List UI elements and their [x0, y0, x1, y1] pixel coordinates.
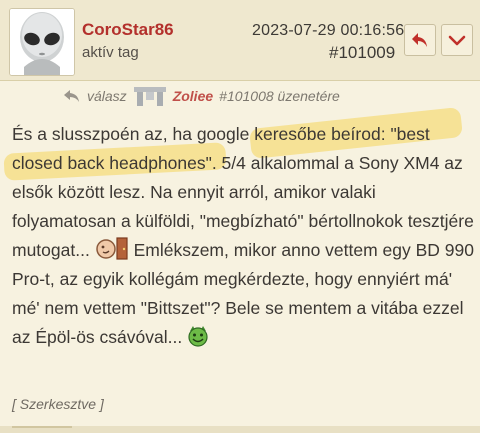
reply-arrow-icon — [64, 90, 79, 102]
green-devil-emoticon — [188, 326, 208, 347]
username[interactable]: CoroStar86 — [82, 20, 174, 40]
post-id[interactable]: #101009 — [329, 43, 395, 63]
reply-arrow-icon — [412, 33, 427, 47]
reply-reference: válasz Zoliee #101008 üzenetére — [63, 84, 340, 108]
reply-prefix: válasz — [87, 88, 127, 104]
post-body: És a slusszpoén az, ha google keresőbe b… — [12, 120, 474, 352]
chevron-down-icon — [448, 35, 466, 46]
face-with-door-emoticon — [95, 237, 128, 260]
post-divider — [0, 426, 480, 433]
post-header: CoroStar86 aktív tag 2023-07-29 00:16:56… — [0, 0, 480, 81]
reply-user-avatar[interactable] — [133, 85, 167, 107]
reply-to-post[interactable]: #101008 üzenetére — [219, 88, 340, 104]
more-options-button[interactable] — [441, 24, 473, 56]
user-avatar[interactable] — [9, 8, 75, 76]
alien-avatar-icon — [10, 9, 74, 75]
reply-button[interactable] — [404, 24, 436, 56]
reply-to-user[interactable]: Zoliee — [173, 88, 213, 104]
user-tag: aktív tag — [82, 44, 139, 61]
post-timestamp: 2023-07-29 00:16:56 — [252, 22, 405, 39]
edited-link[interactable]: [ Szerkesztve ] — [12, 396, 104, 412]
